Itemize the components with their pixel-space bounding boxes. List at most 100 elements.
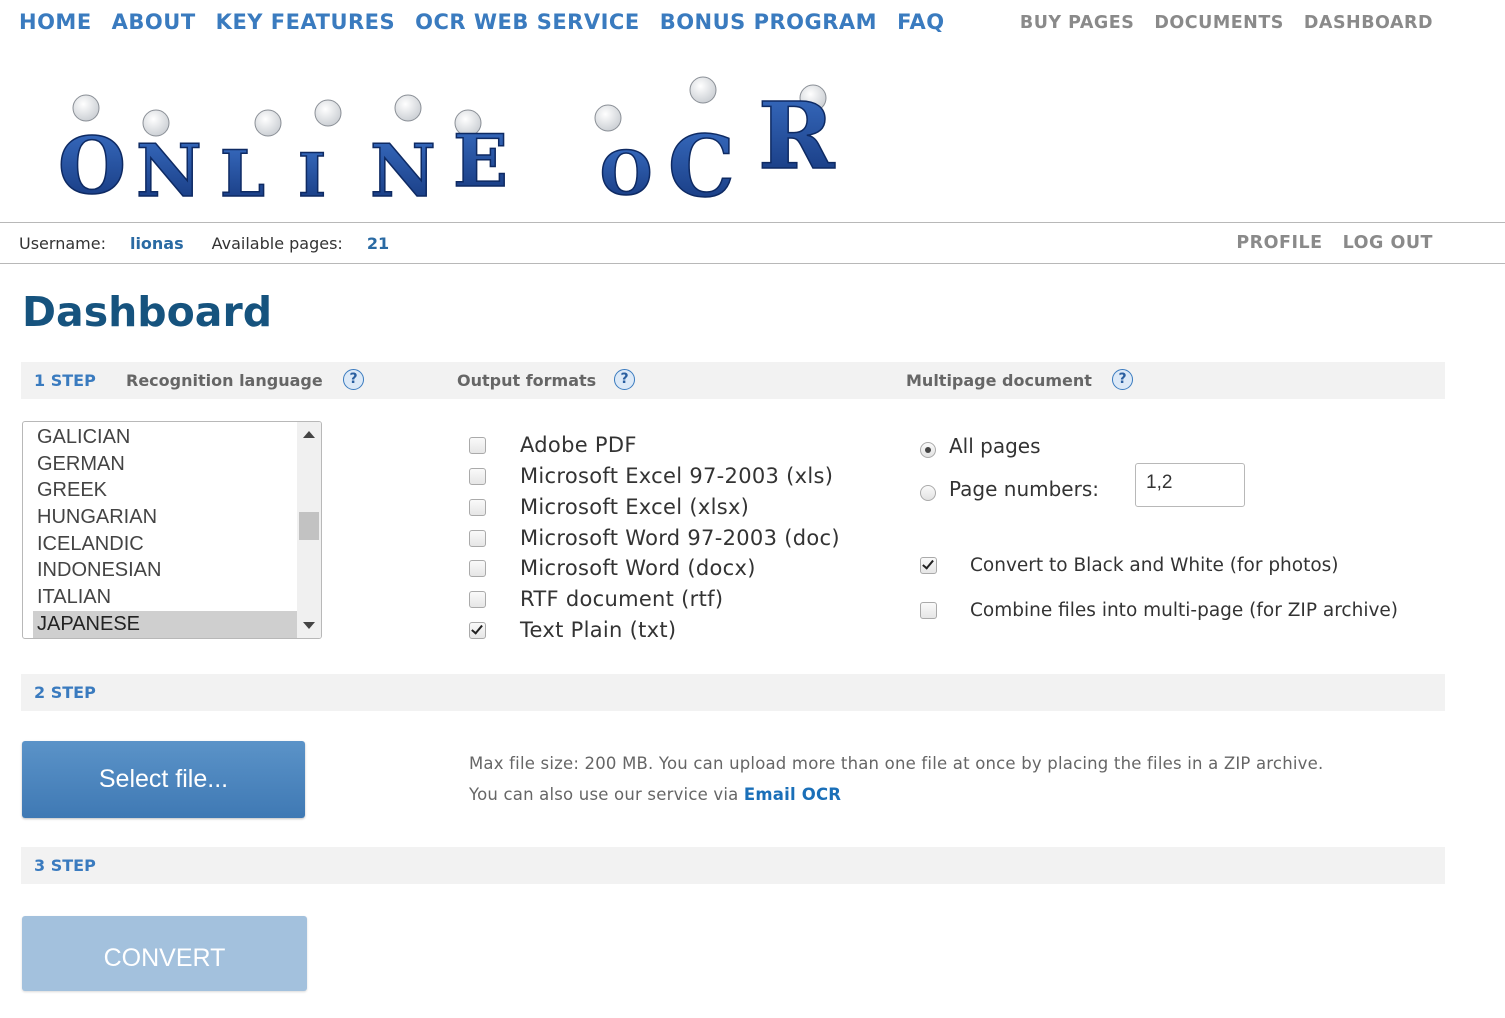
convert-button[interactable]: CONVERT xyxy=(22,916,307,991)
output-format-label: Microsoft Word (docx) xyxy=(520,556,756,580)
step3-label: 3 STEP xyxy=(34,856,96,875)
nav-home[interactable]: HOME xyxy=(19,10,92,34)
output-format-option[interactable]: Microsoft Word (docx) xyxy=(469,556,756,580)
output-format-option[interactable]: RTF document (rtf) xyxy=(469,587,723,611)
language-listbox[interactable]: GALICIAN GERMAN GREEK HUNGARIAN ICELANDIC IND… xyxy=(22,421,322,639)
combine-files-checkbox[interactable] xyxy=(920,602,937,619)
recognition-language-label: Recognition language xyxy=(126,371,323,390)
output-format-label: Microsoft Excel 97-2003 (xls) xyxy=(520,464,834,488)
main-nav: HOME ABOUT KEY FEATURES OCR WEB SERVICE … xyxy=(19,10,945,34)
bulb-figure-icon xyxy=(394,94,422,122)
nav-key-features[interactable]: KEY FEATURES xyxy=(216,10,395,34)
black-white-checkbox[interactable] xyxy=(920,557,937,574)
logo-letter: R xyxy=(758,82,835,190)
logo-letter: O xyxy=(58,121,126,208)
page-numbers-option[interactable]: Page numbers: xyxy=(920,477,1099,501)
all-pages-radio[interactable] xyxy=(920,442,936,458)
nav-documents[interactable]: DOCUMENTS xyxy=(1154,13,1284,33)
bulb-figure-icon xyxy=(72,94,100,122)
black-white-option[interactable]: Convert to Black and White (for photos) xyxy=(920,555,1339,576)
logo-letter: L xyxy=(220,137,265,208)
output-format-label: Microsoft Word 97-2003 (doc) xyxy=(520,526,840,550)
output-format-option[interactable]: Microsoft Excel (xlsx) xyxy=(469,495,749,519)
language-option[interactable]: INDONESIAN xyxy=(33,557,297,584)
output-format-checkbox[interactable] xyxy=(469,590,486,608)
language-option[interactable]: JAPANESE xyxy=(33,610,297,638)
step1-label: 1 STEP xyxy=(34,371,96,390)
all-pages-option[interactable]: All pages xyxy=(920,434,1041,458)
available-pages-label: Available pages: xyxy=(211,234,343,253)
output-format-option[interactable]: Microsoft Excel 97-2003 (xls) xyxy=(469,464,833,488)
multipage-document-label: Multipage document xyxy=(906,371,1092,390)
language-options: GALICIAN GERMAN GREEK HUNGARIAN ICELANDIC IND… xyxy=(33,424,297,638)
nav-ocr-web-service[interactable]: OCR WEB SERVICE xyxy=(415,10,640,34)
language-option[interactable]: GALICIAN xyxy=(33,424,297,451)
username-label: Username: xyxy=(19,234,106,253)
scroll-thumb[interactable] xyxy=(299,512,319,540)
all-pages-label: All pages xyxy=(949,434,1041,458)
nav-faq[interactable]: FAQ xyxy=(897,10,945,34)
bulb-figure-icon xyxy=(689,76,717,104)
online-ocr-logo[interactable]: ONLINEOCR xyxy=(48,68,848,208)
nav-about[interactable]: ABOUT xyxy=(112,10,196,34)
language-option[interactable]: HUNGARIAN xyxy=(33,504,297,531)
combine-files-option[interactable]: Combine files into multi-page (for ZIP a… xyxy=(920,600,1398,621)
language-option[interactable]: ITALIAN xyxy=(33,584,297,611)
multipage-help-icon[interactable]: ? xyxy=(1112,369,1133,390)
step2-header: 2 STEP xyxy=(21,674,1445,711)
account-nav: BUY PAGES DOCUMENTS DASHBOARD xyxy=(1020,13,1433,33)
language-help-icon[interactable]: ? xyxy=(343,369,364,390)
scroll-down-icon[interactable] xyxy=(303,622,315,629)
profile-link[interactable]: PROFILE xyxy=(1236,233,1322,253)
bulb-figure-icon xyxy=(594,104,622,132)
divider xyxy=(0,263,1505,264)
output-format-checkbox[interactable] xyxy=(469,467,486,485)
available-pages-value: 21 xyxy=(366,234,390,253)
email-ocr-link[interactable]: Email OCR xyxy=(744,785,841,804)
language-option[interactable]: ICELANDIC xyxy=(33,531,297,558)
nav-bonus-program[interactable]: BONUS PROGRAM xyxy=(660,10,877,34)
output-format-checkbox[interactable] xyxy=(469,529,486,547)
output-format-label: Adobe PDF xyxy=(520,433,637,457)
output-formats-label: Output formats xyxy=(457,371,597,390)
output-format-checkbox[interactable] xyxy=(469,436,486,454)
user-links: PROFILE LOG OUT xyxy=(1236,233,1433,253)
select-file-button[interactable]: Select file... xyxy=(22,741,305,818)
username-value[interactable]: lionas xyxy=(130,234,184,253)
combine-files-label: Combine files into multi-page (for ZIP a… xyxy=(970,600,1399,621)
language-option[interactable]: GREEK xyxy=(33,477,297,504)
page-title: Dashboard xyxy=(22,288,273,336)
scroll-up-icon[interactable] xyxy=(303,431,315,438)
email-ocr-info: You can also use our service via Email O… xyxy=(469,785,841,804)
output-format-checkbox[interactable] xyxy=(469,621,486,639)
output-format-option[interactable]: Adobe PDF xyxy=(469,433,637,457)
step3-header: 3 STEP xyxy=(21,847,1445,884)
output-format-option[interactable]: Microsoft Word 97-2003 (doc) xyxy=(469,526,840,550)
max-file-size-info: Max file size: 200 MB. You can upload mo… xyxy=(469,754,1324,773)
logo-letter: N xyxy=(136,128,202,208)
bulb-figure-icon xyxy=(254,109,282,137)
output-format-label: Text Plain (txt) xyxy=(520,618,677,642)
output-format-option[interactable]: Text Plain (txt) xyxy=(469,618,676,642)
logo-letter: O xyxy=(600,139,652,208)
step2-label: 2 STEP xyxy=(34,683,96,702)
output-format-label: Microsoft Excel (xlsx) xyxy=(520,495,750,519)
user-info-bar: Username: lionas Available pages: 21 xyxy=(19,234,389,253)
black-white-label: Convert to Black and White (for photos) xyxy=(970,555,1339,576)
output-format-checkbox[interactable] xyxy=(469,498,486,516)
nav-dashboard[interactable]: DASHBOARD xyxy=(1304,13,1433,33)
formats-help-icon[interactable]: ? xyxy=(614,369,635,390)
output-format-label: RTF document (rtf) xyxy=(520,587,724,611)
language-scrollbar[interactable] xyxy=(297,422,321,638)
output-format-checkbox[interactable] xyxy=(469,559,486,577)
language-option[interactable]: GERMAN xyxy=(33,451,297,478)
page-numbers-radio[interactable] xyxy=(920,485,936,501)
logout-link[interactable]: LOG OUT xyxy=(1343,233,1433,253)
page-numbers-input[interactable]: 1,2 xyxy=(1135,463,1245,507)
nav-buy-pages[interactable]: BUY PAGES xyxy=(1020,13,1135,33)
logo-letter: I xyxy=(298,141,326,208)
logo-letter: E xyxy=(453,118,508,203)
page-numbers-label: Page numbers: xyxy=(949,477,1099,501)
step1-header: 1 STEP Recognition language ? Output for… xyxy=(21,362,1445,399)
email-ocr-prefix: You can also use our service via xyxy=(469,785,739,804)
